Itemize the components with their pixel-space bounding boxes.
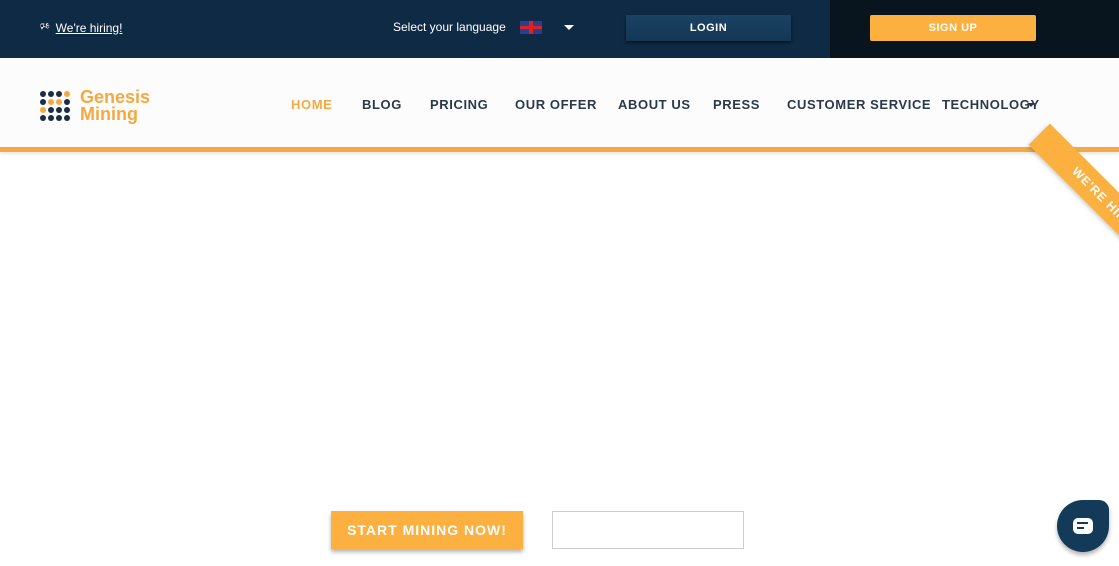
nav-our-offer[interactable]: OUR OFFER	[515, 97, 597, 112]
start-mining-button[interactable]: START MINING NOW!	[331, 511, 523, 549]
hiring-link[interactable]: We're hiring!	[56, 21, 123, 35]
chat-icon	[1073, 518, 1093, 534]
nav-home[interactable]: HOME	[291, 97, 332, 112]
technology-caret-icon[interactable]	[1027, 103, 1035, 107]
login-button[interactable]: LOGIN	[626, 15, 791, 41]
chat-button[interactable]	[1057, 500, 1109, 552]
signup-button[interactable]: SIGN UP	[870, 15, 1036, 41]
nav-about-us[interactable]: ABOUT US	[618, 97, 691, 112]
logo[interactable]: Genesis Mining	[40, 87, 151, 124]
hero-input[interactable]	[552, 511, 744, 549]
logo-dots-icon	[40, 91, 70, 121]
uk-flag-icon[interactable]	[520, 21, 542, 34]
nav-technology[interactable]: TECHNOLOGY	[942, 97, 1040, 112]
language-dropdown-caret-icon[interactable]	[564, 25, 574, 30]
nav-customer-service[interactable]: CUSTOMER SERVICE	[787, 97, 931, 112]
nav-blog[interactable]: BLOG	[362, 97, 402, 112]
main-nav: Genesis Mining HOME BLOG PRICING OUR OFFE…	[0, 58, 1119, 152]
megaphone-icon: 🕫︎	[40, 21, 50, 32]
language-label: Select your language	[393, 20, 506, 34]
nav-press[interactable]: PRESS	[713, 97, 760, 112]
top-bar: 🕫︎ We're hiring! Select your language LO…	[0, 0, 1119, 58]
logo-text: Genesis Mining	[80, 87, 151, 124]
nav-pricing[interactable]: PRICING	[430, 97, 488, 112]
hiring-link-group[interactable]: 🕫︎ We're hiring!	[40, 19, 122, 36]
